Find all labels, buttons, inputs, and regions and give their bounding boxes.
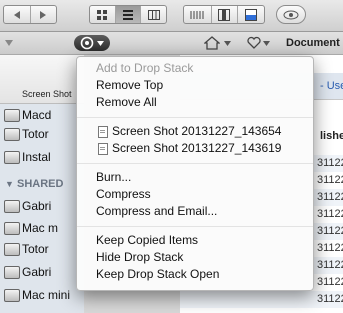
- back-arrow-icon: [13, 10, 20, 19]
- network-icon: [4, 266, 20, 279]
- sidebar-item-device[interactable]: Macd: [4, 107, 52, 123]
- menu-item-file[interactable]: Screen Shot 20131227_143654: [98, 124, 281, 139]
- row-value: 31122: [317, 293, 343, 305]
- coverflow-icon: [190, 10, 204, 19]
- row-value: 31122: [317, 157, 343, 169]
- icon-view-icon: [97, 9, 108, 20]
- computer-icon: [4, 222, 20, 235]
- heart-icon: [247, 36, 261, 49]
- computer-icon: [4, 200, 20, 213]
- chevron-down-icon: [263, 41, 270, 46]
- sidebar-item-label: Instal: [22, 150, 51, 164]
- panel-icon: [218, 8, 231, 21]
- network-icon: [4, 289, 20, 302]
- disk-icon: [4, 128, 20, 141]
- breadcrumb-folder[interactable]: Document: [286, 37, 340, 49]
- preview-panel-button[interactable]: [238, 6, 264, 23]
- sidebar-item-shared[interactable]: Mac m: [4, 220, 58, 236]
- sidebar-item-label: Totor: [22, 242, 49, 256]
- sidebar-item-shared[interactable]: Totor: [4, 241, 49, 257]
- row-value: 31122: [317, 242, 343, 254]
- menu-item-add-to-drop-stack: Add to Drop Stack: [96, 61, 194, 75]
- forward-button[interactable]: [31, 6, 57, 23]
- row-value: 31122: [317, 225, 343, 237]
- menu-separator: [77, 117, 313, 118]
- row-value: 31122: [317, 191, 343, 203]
- eye-icon: [283, 10, 299, 19]
- sidebar-items: Macd Totor Instal ▼ SHARED Gabri Mac m T…: [0, 104, 84, 313]
- row-value: 31122: [317, 208, 343, 220]
- menu-item-label: Screen Shot 20131227_143654: [112, 124, 282, 138]
- menu-item-compress-and-email[interactable]: Compress and Email...: [96, 204, 217, 219]
- list-view-icon: [123, 9, 133, 20]
- drop-stack-preview[interactable]: Screen Shot: [0, 55, 84, 104]
- menu-item-burn[interactable]: Burn...: [96, 170, 131, 185]
- sidebar-item-label: Gabri: [22, 199, 52, 213]
- menu-separator: [77, 226, 313, 227]
- menu-item-hide-drop-stack[interactable]: Hide Drop Stack: [96, 250, 183, 265]
- menu-item-keep-copied-items[interactable]: Keep Copied Items: [96, 233, 198, 248]
- sidebar-section-label: SHARED: [16, 178, 64, 190]
- menu-item-compress[interactable]: Compress: [96, 187, 151, 202]
- favorites-dropdown[interactable]: [245, 36, 277, 50]
- chevron-down-icon: [97, 41, 104, 46]
- back-button[interactable]: [4, 6, 31, 23]
- quick-look-icon-wrap: [277, 6, 305, 23]
- column-view-button[interactable]: [141, 6, 166, 23]
- sidebar-item-device[interactable]: Totor: [4, 126, 49, 142]
- tab-user[interactable]: - User: [320, 80, 343, 92]
- sidebar-item-device[interactable]: Instal: [4, 149, 51, 165]
- drop-stack-action-button[interactable]: [74, 35, 110, 51]
- sidebar-item-shared[interactable]: Gabri: [4, 264, 52, 280]
- icon-view-button[interactable]: [90, 6, 116, 23]
- computer-icon: [4, 243, 20, 256]
- menu-item-remove-all[interactable]: Remove All: [96, 95, 157, 110]
- sidebar-item-label: Macd: [22, 108, 52, 122]
- path-bar: Document: [0, 32, 343, 55]
- sidebar-item-label: Mac mini: [22, 288, 71, 302]
- list-view-button[interactable]: [115, 6, 142, 23]
- document-icon: [98, 126, 108, 138]
- row-value: 31122: [317, 259, 343, 271]
- menu-item-label: Screen Shot 20131227_143619: [112, 141, 282, 155]
- drop-stack-menu: Add to Drop Stack Remove Top Remove All …: [76, 56, 314, 291]
- back-forward-segment: [3, 5, 57, 24]
- collapse-triangle-icon[interactable]: [5, 40, 13, 46]
- sidebar-section-shared[interactable]: ▼ SHARED: [5, 178, 63, 190]
- sidebar-item-shared[interactable]: Mac mini: [4, 287, 71, 303]
- disk-icon: [4, 109, 20, 122]
- drop-stack-caption: Screen Shot: [22, 89, 72, 99]
- column-view-icon: [147, 9, 160, 20]
- sidebar-item-label: Mac m: [22, 221, 58, 235]
- home-dropdown[interactable]: [200, 36, 238, 50]
- document-icon: [98, 143, 108, 155]
- quick-look-button[interactable]: [276, 5, 306, 24]
- disclosure-triangle-icon: ▼: [5, 179, 14, 189]
- menu-item-keep-drop-stack-open[interactable]: Keep Drop Stack Open: [96, 267, 219, 282]
- window-toolbar: [0, 0, 343, 32]
- table-row[interactable]: 31122: [180, 291, 343, 308]
- menu-item-remove-top[interactable]: Remove Top: [96, 78, 163, 93]
- layout-segment: [183, 5, 265, 24]
- menu-separator: [77, 163, 313, 164]
- home-icon: [204, 36, 220, 50]
- column-header[interactable]: lishe: [320, 130, 343, 142]
- forward-arrow-icon: [40, 10, 47, 19]
- sidebar-item-label: Gabri: [22, 265, 52, 279]
- panel-button[interactable]: [212, 6, 239, 23]
- coverflow-button[interactable]: [184, 6, 212, 23]
- disk-icon: [4, 151, 20, 164]
- menu-item-file[interactable]: Screen Shot 20131227_143619: [98, 141, 281, 156]
- sidebar-item-shared[interactable]: Gabri: [4, 198, 52, 214]
- chevron-down-icon: [224, 41, 231, 46]
- row-value: 31122: [317, 276, 343, 288]
- preview-panel-icon: [245, 8, 258, 21]
- sidebar-item-label: Totor: [22, 127, 49, 141]
- view-mode-segment: [89, 5, 167, 24]
- gear-icon: [80, 36, 94, 50]
- row-value: 31122: [317, 174, 343, 186]
